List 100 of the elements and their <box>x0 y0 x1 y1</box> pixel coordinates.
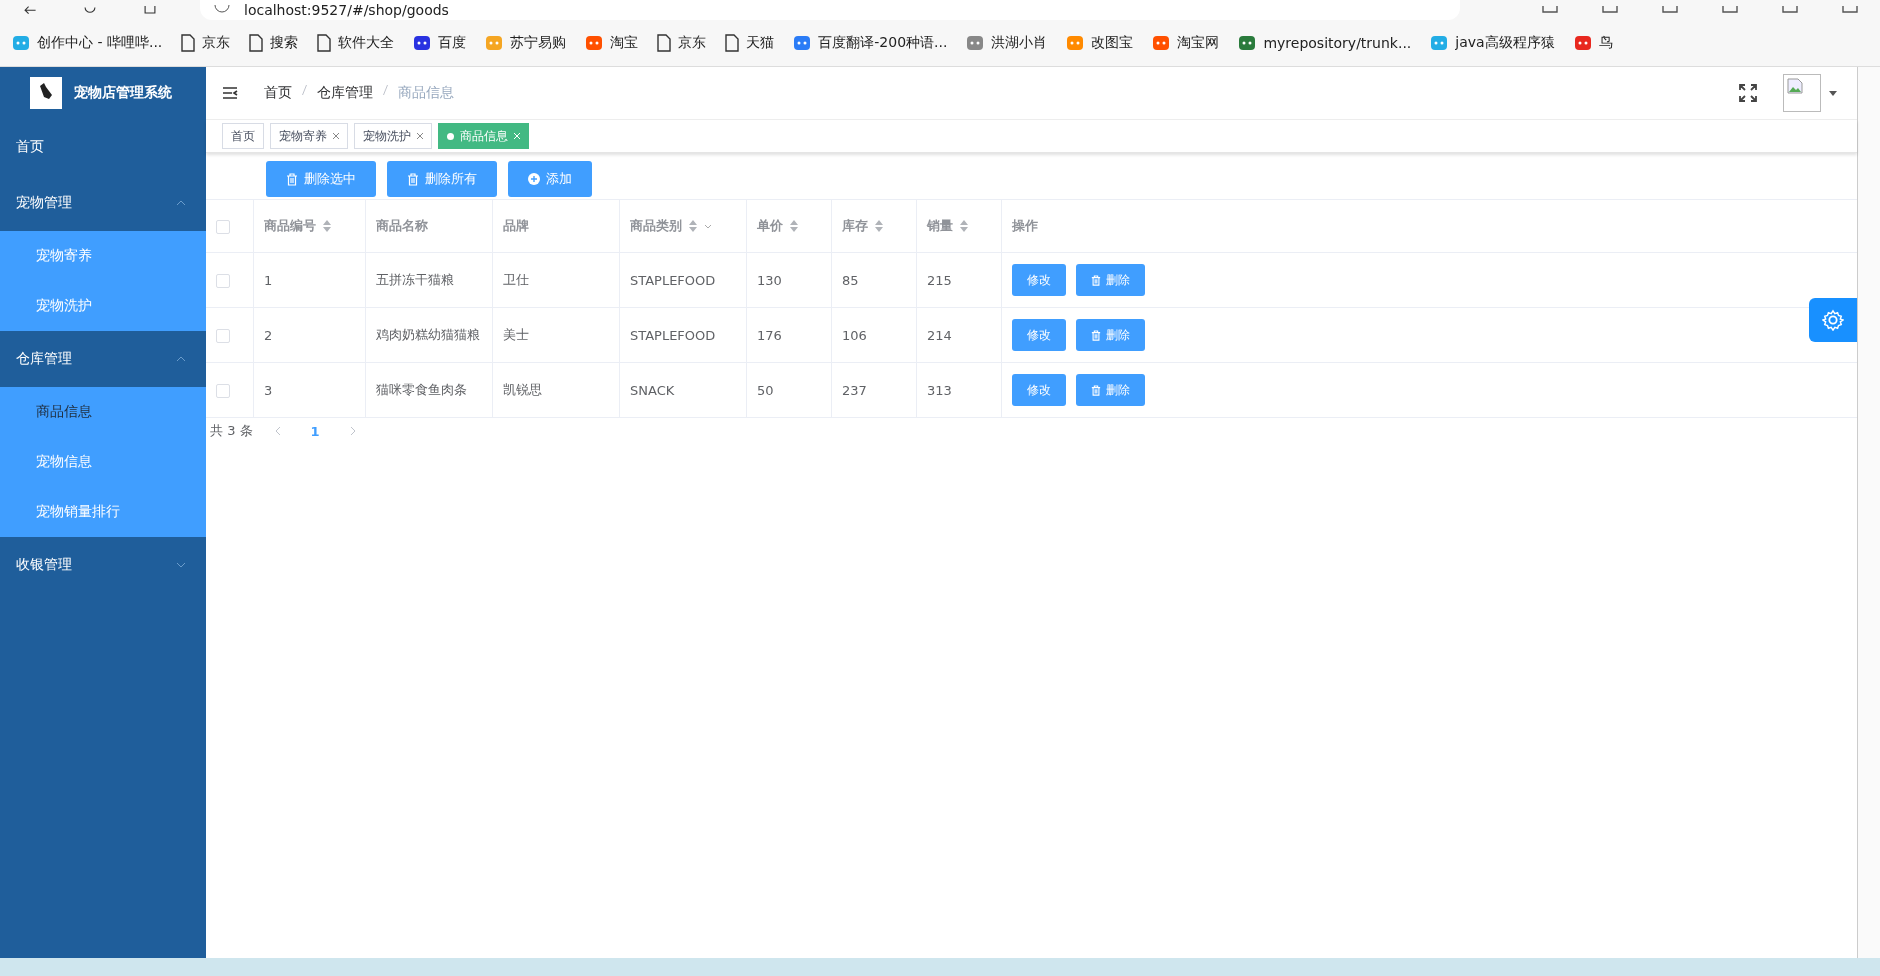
bookmark[interactable]: 淘宝网 <box>1152 34 1220 52</box>
column-title: 商品名称 <box>376 217 428 235</box>
sort-icon[interactable] <box>875 220 883 232</box>
menu-icon[interactable] <box>222 86 238 100</box>
column-title: 库存 <box>842 217 868 235</box>
page-icon <box>657 34 672 52</box>
column-title: 品牌 <box>503 217 529 235</box>
breadcrumb-item[interactable]: 仓库管理 <box>317 84 373 102</box>
table-cell: 凯锐思 <box>503 382 542 397</box>
table-cell: 1 <box>264 272 273 288</box>
bookmark[interactable]: 软件大全 <box>317 34 395 52</box>
bookmark[interactable]: 京东 <box>181 34 231 52</box>
table-cell: 130 <box>757 272 782 288</box>
sort-icon[interactable] <box>689 220 697 232</box>
trash-icon <box>1091 329 1101 341</box>
table-cell: 313 <box>927 382 952 398</box>
next-page-icon[interactable] <box>349 426 356 436</box>
settings-button[interactable] <box>1809 298 1857 342</box>
bookmark[interactable]: 淘宝 <box>585 34 639 52</box>
page-icon <box>249 34 264 52</box>
avatar-image[interactable] <box>1783 74 1821 112</box>
table-cell: 五拼冻干猫粮 <box>376 272 454 287</box>
bookmark[interactable]: 苏宁易购 <box>485 34 567 52</box>
bookmark[interactable]: 百度翻译-200种语... <box>793 34 948 52</box>
broken-image-icon <box>1787 78 1803 94</box>
bookmark[interactable]: 百度 <box>413 34 467 52</box>
bookmark[interactable]: 搜索 <box>249 34 299 52</box>
table-cell: SNACK <box>630 382 675 398</box>
page-icon <box>725 34 740 52</box>
page-icon <box>317 34 332 52</box>
bookmark[interactable]: 创作中心 - 哔哩哔... <box>12 34 163 52</box>
menu-item[interactable]: 收银管理 <box>0 537 206 593</box>
prev-page-icon[interactable] <box>274 426 281 436</box>
column-title: 销量 <box>927 217 953 235</box>
chevron-icon <box>176 562 186 568</box>
site-icon <box>413 34 432 52</box>
bookmark[interactable]: 改图宝 <box>1066 34 1134 52</box>
checkbox[interactable] <box>216 273 230 288</box>
site-icon <box>1152 34 1171 52</box>
sort-icon[interactable] <box>960 220 968 232</box>
menu-item[interactable]: 首页 <box>0 119 206 175</box>
trash-icon <box>286 172 298 186</box>
table-cell: 215 <box>927 272 952 288</box>
chevron-icon <box>176 200 186 206</box>
table-cell: STAPLEFOOD <box>630 272 716 288</box>
breadcrumb-separator <box>383 84 388 96</box>
tab[interactable]: 宠物洗护 <box>354 123 432 149</box>
trash-icon <box>407 172 419 186</box>
checkbox[interactable] <box>216 328 230 343</box>
bookmark[interactable]: java高级程序猿 <box>1430 34 1555 52</box>
site-icon <box>793 34 812 52</box>
tab[interactable]: 首页 <box>222 123 264 149</box>
filter-caret-icon[interactable] <box>704 223 712 229</box>
bookmark[interactable]: 京东 <box>657 34 707 52</box>
bookmark[interactable]: 鸟 <box>1573 34 1613 52</box>
menu-item[interactable]: 仓库管理 <box>0 331 206 387</box>
tab[interactable]: 宠物寄养 <box>270 123 348 149</box>
table-cell: 214 <box>927 327 952 343</box>
table-cell: 106 <box>842 327 867 343</box>
column-title: 商品编号 <box>264 217 316 235</box>
close-icon[interactable] <box>333 133 339 139</box>
table-cell: 猫咪零食鱼肉条 <box>376 382 467 397</box>
site-icon <box>12 34 30 52</box>
close-icon[interactable] <box>417 133 423 139</box>
checkbox[interactable] <box>216 383 230 398</box>
site-icon <box>1066 34 1085 52</box>
caret-icon[interactable] <box>1829 90 1837 96</box>
trash-icon <box>1091 384 1101 396</box>
column-title: 单价 <box>757 217 783 235</box>
table-cell: 50 <box>757 382 774 398</box>
sort-icon[interactable] <box>790 220 798 232</box>
menu-item[interactable]: 宠物管理 <box>0 175 206 231</box>
logo-icon <box>30 77 62 109</box>
site-icon <box>1573 34 1592 52</box>
table-cell: 卫仕 <box>503 272 529 287</box>
address-bar[interactable]: localhost:9527/#/shop/goods <box>200 0 1460 20</box>
site-icon <box>1430 34 1449 52</box>
bookmark[interactable]: 洪湖小肖 <box>966 34 1048 52</box>
table-cell: 2 <box>264 327 273 343</box>
page-icon <box>181 34 196 52</box>
site-icon <box>966 34 985 52</box>
checkbox[interactable] <box>216 219 230 234</box>
table-cell: 美士 <box>503 327 529 342</box>
breadcrumb-item[interactable]: 首页 <box>264 84 292 102</box>
sort-icon[interactable] <box>323 220 331 232</box>
bookmark[interactable]: myrepository/trunk... <box>1238 34 1412 52</box>
plus-icon <box>528 173 540 185</box>
settings-icon <box>1822 309 1844 331</box>
fullscreen-icon[interactable] <box>1739 84 1757 102</box>
table-cell: 176 <box>757 327 782 343</box>
app-title: 宠物店管理系统 <box>74 84 172 102</box>
table-cell: 鸡肉奶糕幼猫猫粮 <box>376 327 480 342</box>
submenu-item[interactable]: 商品信息 <box>0 387 206 437</box>
bookmark[interactable]: 天猫 <box>725 34 775 52</box>
chevron-icon <box>176 356 186 362</box>
pagination-total: 共 3 条 <box>210 422 253 440</box>
table-cell: STAPLEFOOD <box>630 327 716 343</box>
table-cell: 3 <box>264 382 273 398</box>
breadcrumb-item: 商品信息 <box>398 84 454 102</box>
site-icon <box>1238 34 1257 52</box>
